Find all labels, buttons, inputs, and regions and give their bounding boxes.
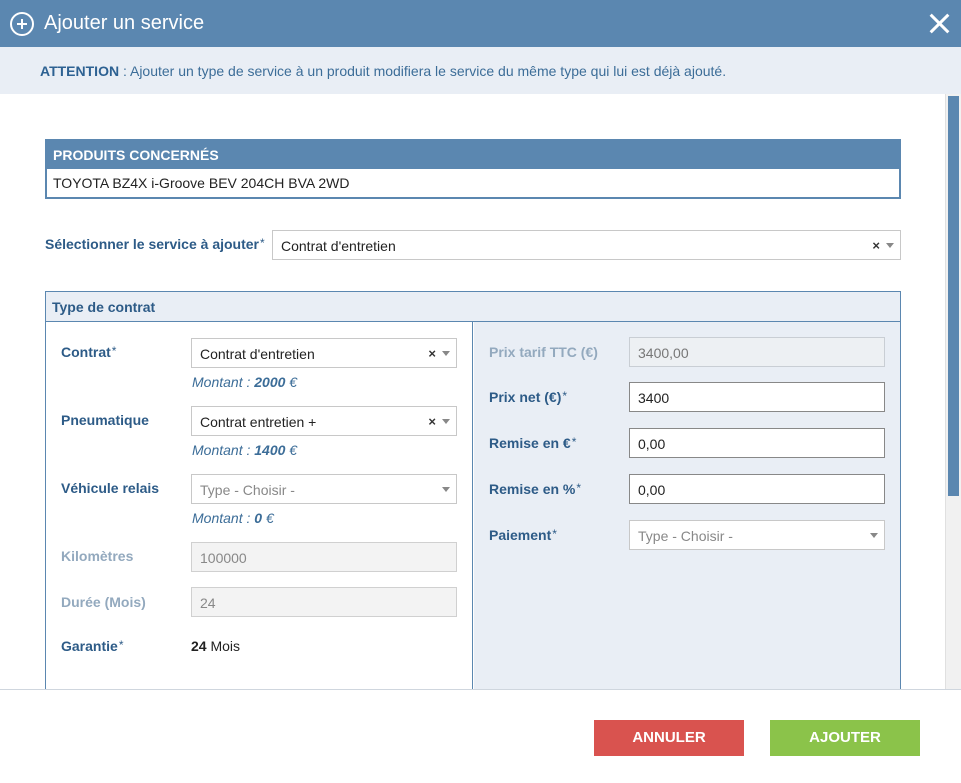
- pneumatique-montant: Montant : 1400 €: [192, 442, 298, 458]
- attention-banner: ATTENTION : Ajouter un type de service à…: [0, 47, 961, 94]
- dialog-header: Ajouter un service: [0, 0, 961, 47]
- attention-message: : Ajouter un type de service à un produi…: [119, 63, 727, 79]
- prix-net-input[interactable]: 3400: [629, 382, 885, 412]
- cancel-button[interactable]: ANNULER: [594, 720, 744, 756]
- garantie-label: Garantie*: [61, 638, 124, 654]
- produits-header: PRODUITS CONCERNÉS: [47, 141, 899, 169]
- vehicule-relais-placeholder: Type - Choisir -: [200, 482, 295, 498]
- service-select[interactable]: Contrat d'entretien ×: [272, 230, 901, 260]
- kilometres-label: Kilomètres: [61, 548, 134, 564]
- garantie-value: 24 Mois: [191, 638, 241, 654]
- chevron-down-icon[interactable]: [442, 487, 450, 492]
- pneumatique-select-value: Contrat entretien +: [200, 414, 317, 430]
- clear-icon[interactable]: ×: [428, 346, 436, 361]
- add-circle-icon: [10, 12, 34, 36]
- dialog-body: PRODUITS CONCERNÉS TOYOTA BZ4X i-Groove …: [0, 94, 961, 689]
- vehicule-relais-label: Véhicule relais: [61, 480, 160, 496]
- kilometres-input: 100000: [191, 542, 457, 572]
- contrat-left-column: Contrat* Contrat d'entretien × Montant :…: [46, 322, 473, 689]
- remise-euro-input[interactable]: 0,00: [629, 428, 885, 458]
- clear-icon[interactable]: ×: [872, 238, 880, 253]
- remise-pct-input[interactable]: 0,00: [629, 474, 885, 504]
- dialog-footer: ANNULER AJOUTER: [0, 689, 961, 783]
- prix-tarif-label: Prix tarif TTC (€): [489, 344, 598, 360]
- chevron-down-icon[interactable]: [442, 351, 450, 356]
- chevron-down-icon[interactable]: [870, 533, 878, 538]
- contrat-select-value: Contrat d'entretien: [200, 346, 315, 362]
- duree-input: 24: [191, 587, 457, 617]
- dialog-title: Ajouter un service: [44, 12, 205, 34]
- contrat-right-column: Prix tarif TTC (€) 3400,00 Prix net (€)*…: [474, 322, 900, 689]
- vehicule-relais-montant: Montant : 0 €: [192, 510, 274, 526]
- type-contrat-panel: Type de contrat Contrat* Contrat d'entre…: [45, 291, 901, 689]
- vehicule-relais-select[interactable]: Type - Choisir -: [191, 474, 457, 504]
- vertical-scrollbar[interactable]: [945, 94, 961, 689]
- close-icon[interactable]: [927, 11, 951, 35]
- scrollbar-thumb[interactable]: [948, 96, 959, 496]
- contrat-label: Contrat*: [61, 344, 117, 360]
- produit-item: TOYOTA BZ4X i-Groove BEV 204CH BVA 2WD: [53, 175, 350, 191]
- remise-pct-label: Remise en %*: [489, 481, 582, 497]
- contrat-montant: Montant : 2000 €: [192, 374, 298, 390]
- remise-euro-label: Remise en €*: [489, 435, 577, 451]
- type-contrat-title: Type de contrat: [46, 292, 900, 322]
- service-select-value: Contrat d'entretien: [281, 238, 396, 254]
- pneumatique-select[interactable]: Contrat entretien + ×: [191, 406, 457, 436]
- add-button[interactable]: AJOUTER: [770, 720, 920, 756]
- chevron-down-icon[interactable]: [886, 243, 894, 248]
- chevron-down-icon[interactable]: [442, 419, 450, 424]
- clear-icon[interactable]: ×: [428, 414, 436, 429]
- service-select-label: Sélectionner le service à ajouter*: [45, 236, 265, 252]
- prix-tarif-input: 3400,00: [629, 337, 885, 367]
- paiement-select[interactable]: Type - Choisir -: [629, 520, 885, 550]
- duree-label: Durée (Mois): [61, 594, 146, 610]
- prix-net-label: Prix net (€)*: [489, 389, 568, 405]
- paiement-label: Paiement*: [489, 527, 557, 543]
- pneumatique-label: Pneumatique: [61, 412, 149, 428]
- attention-prefix: ATTENTION: [40, 63, 120, 79]
- produits-concernes-panel: PRODUITS CONCERNÉS TOYOTA BZ4X i-Groove …: [45, 139, 901, 199]
- paiement-placeholder: Type - Choisir -: [638, 528, 733, 544]
- contrat-select[interactable]: Contrat d'entretien ×: [191, 338, 457, 368]
